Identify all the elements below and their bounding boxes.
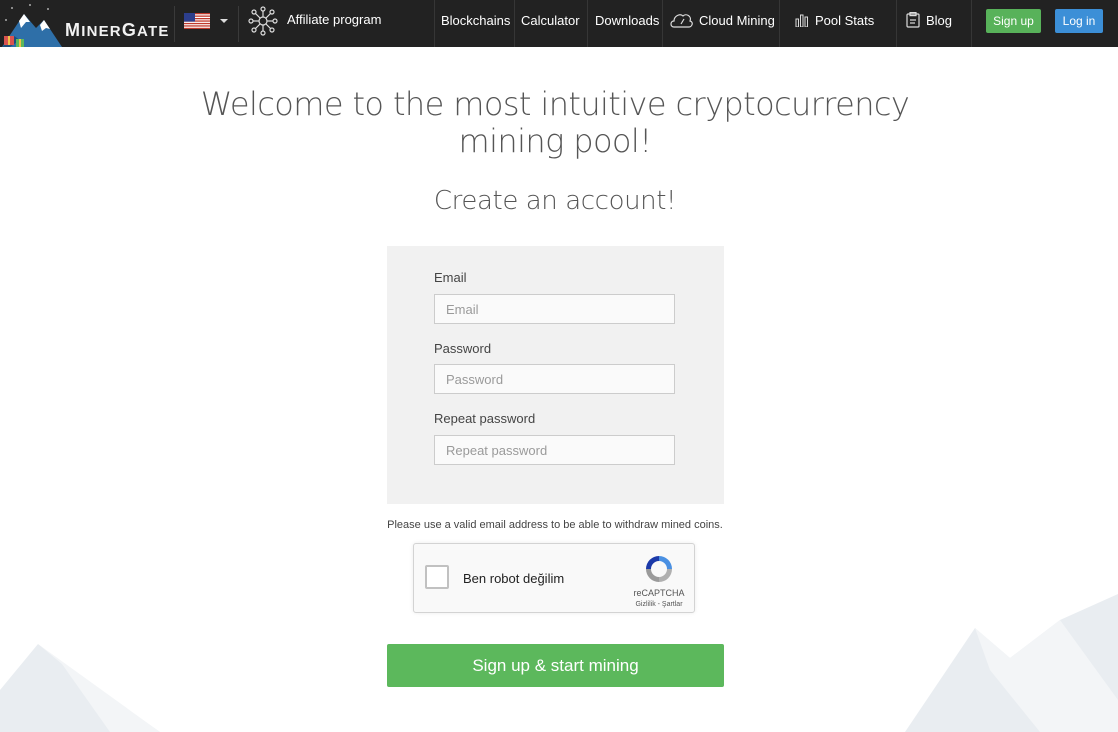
headline-line-1: Welcome to the most intuitive cryptocurr… (200, 85, 910, 123)
recaptcha-label: Ben robot değilim (463, 571, 565, 586)
nav-divider (587, 0, 588, 47)
email-note: Please use a valid email address to be a… (387, 519, 723, 531)
affiliate-program-label: Affiliate program (287, 12, 382, 27)
clipboard-icon (906, 11, 920, 28)
bar-chart-icon (795, 14, 808, 28)
nav-divider (434, 0, 435, 47)
recaptcha-widget: Ben robot değilim reCAPTCHA Gizlilik - Ş… (413, 543, 695, 613)
nav-divider (971, 0, 972, 47)
email-label: Email (434, 270, 467, 285)
nav-cloud-mining-label: Cloud Mining (699, 13, 775, 28)
nav-downloads[interactable]: Downloads (595, 0, 659, 47)
page-headline: Welcome to the most intuitive cryptocurr… (200, 86, 910, 160)
nav-blog[interactable]: Blog (906, 0, 952, 47)
repeat-password-field[interactable] (434, 435, 675, 465)
mountain-logo-icon (2, 4, 62, 47)
password-label: Password (434, 341, 492, 356)
nav-signup-button[interactable]: Sign up (986, 9, 1041, 33)
network-nodes-icon (248, 6, 278, 36)
nav-divider (174, 6, 175, 42)
top-navbar: MINERGATE Affiliate program Blockchains … (0, 0, 1118, 47)
us-flag-icon[interactable] (184, 13, 210, 29)
nav-divider (514, 0, 515, 47)
nav-divider (779, 0, 780, 47)
nav-cloud-mining[interactable]: Cloud Mining (669, 0, 775, 47)
recaptcha-privacy-terms-links[interactable]: Gizlilik - Şartlar (628, 601, 690, 608)
minergate-logo[interactable]: MINERGATE (0, 0, 172, 47)
create-account-heading: Create an account! (433, 186, 677, 216)
signup-form: Email Password Repeat password (387, 246, 724, 504)
nav-divider (896, 0, 897, 47)
signup-start-mining-button[interactable]: Sign up & start mining (387, 644, 724, 687)
repeat-password-label: Repeat password (434, 411, 536, 426)
cloud-speedometer-icon (670, 13, 693, 28)
nav-calculator[interactable]: Calculator (521, 0, 580, 47)
nav-login-button[interactable]: Log in (1055, 9, 1103, 33)
password-field[interactable] (434, 364, 675, 394)
nav-blockchains[interactable]: Blockchains (441, 0, 510, 47)
logo-text: MINERGATE (65, 20, 170, 40)
nav-divider (662, 0, 663, 47)
nav-pool-stats[interactable]: Pool Stats (795, 0, 874, 47)
nav-divider (238, 6, 239, 42)
recaptcha-brand: reCAPTCHA (633, 588, 685, 598)
recaptcha-checkbox[interactable] (425, 565, 449, 589)
recaptcha-logo-icon (646, 556, 672, 582)
headline-line-2: mining pool! (458, 122, 652, 160)
language-dropdown-caret-icon[interactable] (220, 19, 228, 23)
nav-pool-stats-label: Pool Stats (815, 13, 875, 28)
nav-blog-label: Blog (926, 13, 953, 28)
email-field[interactable] (434, 294, 675, 324)
